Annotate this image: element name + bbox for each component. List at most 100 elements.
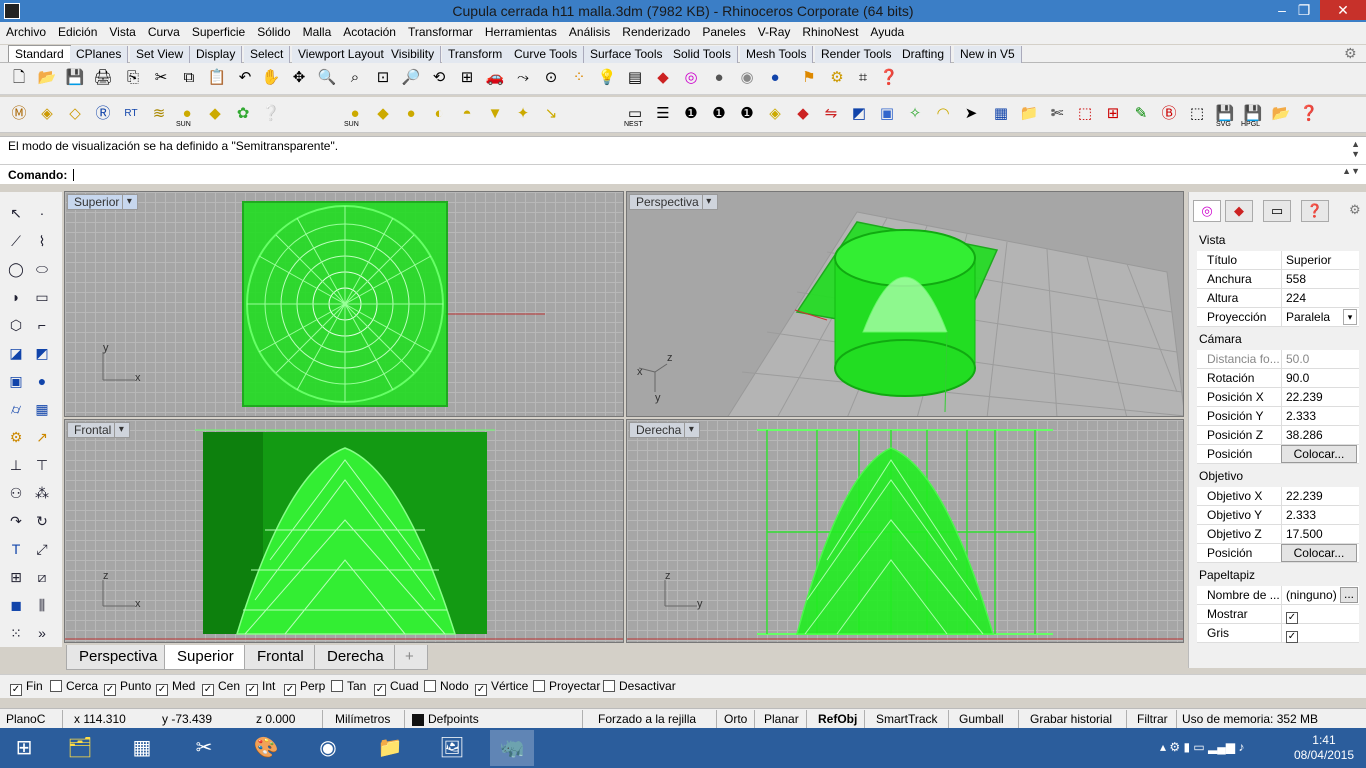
flow-icon[interactable]: ⫼	[30, 594, 54, 616]
status-gumball[interactable]: Gumball	[959, 712, 1004, 726]
step-1-b-icon[interactable]: ❶	[736, 103, 758, 125]
snap-proyectar[interactable]: Proyectar	[533, 679, 600, 693]
nest-puzzle-icon[interactable]: ◩	[848, 103, 870, 125]
status-cplane[interactable]: PlanoC	[6, 712, 45, 726]
snap-cerca-checkbox[interactable]	[50, 680, 62, 692]
tree-icon[interactable]: ✿	[232, 103, 254, 125]
camera-place-button[interactable]: Colocar...	[1281, 445, 1357, 463]
windows-start-icon[interactable]: ⊞	[2, 730, 46, 766]
maxwell-icon[interactable]: Ⓜ	[8, 103, 30, 125]
nest-material-icon[interactable]: ◆	[792, 103, 814, 125]
step-1-2-icon[interactable]: ❶	[680, 103, 702, 125]
prop-rotacion-value[interactable]: 90.0	[1281, 369, 1359, 387]
help-icon[interactable]: ❓	[878, 67, 900, 89]
nest-palette-icon[interactable]: ✎	[1130, 103, 1152, 125]
snap-proyectar-checkbox[interactable]	[533, 680, 545, 692]
viewport-tab-frontal[interactable]: Frontal	[244, 645, 317, 670]
tag-icon[interactable]: ◇	[64, 103, 86, 125]
copy-icon[interactable]: ⧉	[178, 67, 200, 89]
menu-vray[interactable]: V-Ray	[752, 22, 797, 42]
target-place-button[interactable]: Colocar...	[1281, 544, 1357, 562]
tab-solid-tools[interactable]: Solid Tools	[667, 46, 738, 63]
tab-drafting[interactable]: Drafting	[896, 46, 952, 63]
render-r-icon[interactable]: Ⓡ	[92, 103, 114, 125]
properties-tab-help-icon[interactable]: ❓	[1301, 200, 1329, 222]
bend-icon[interactable]: ↷	[4, 510, 28, 532]
snap-punto-checkbox[interactable]: ✓	[104, 684, 116, 696]
pan-hand-icon[interactable]: ✋	[260, 67, 282, 89]
ungroup-icon[interactable]: ⁂	[30, 482, 54, 504]
viewport-tab-perspectiva[interactable]: Perspectiva	[66, 645, 171, 670]
step-1-icon[interactable]: ❶	[708, 103, 730, 125]
menu-analisis[interactable]: Análisis	[563, 22, 616, 42]
prop-posicion-z-value[interactable]: 38.286	[1281, 426, 1359, 444]
snap-fin[interactable]: ✓ Fin	[10, 679, 43, 696]
zoom-icon[interactable]: 🔍	[316, 67, 338, 89]
command-scroll-icon[interactable]: ▲▼	[1342, 166, 1360, 176]
viewport-title-derecha[interactable]: Derecha	[629, 422, 701, 438]
cut-icon[interactable]: ✂	[150, 67, 172, 89]
scale-icon[interactable]: ⧄	[30, 566, 54, 588]
status-units[interactable]: Milímetros	[335, 712, 390, 726]
plane-light-icon[interactable]: ◆	[204, 103, 226, 125]
snap-desactivar[interactable]: Desactivar	[603, 679, 676, 693]
twist-icon[interactable]: ↻	[30, 510, 54, 532]
file-explorer-icon[interactable]: 📁	[368, 730, 412, 766]
menu-ayuda[interactable]: Ayuda	[864, 22, 910, 42]
snap-cen[interactable]: ✓ Cen	[202, 679, 240, 696]
sphere-tools-icon[interactable]: ●	[30, 370, 54, 392]
cylinder-icon[interactable]: ⌭	[4, 398, 28, 420]
transform-gear-icon[interactable]: ⚙	[4, 426, 28, 448]
properties-tab-material-icon[interactable]: ◆	[1225, 200, 1253, 222]
rect-light-icon[interactable]: ◆	[372, 103, 394, 125]
prop-anchura-value[interactable]: 558	[1281, 270, 1359, 288]
rendered-sphere-icon[interactable]: ◉	[736, 67, 758, 89]
nest-arc-icon[interactable]: ◠	[932, 103, 954, 125]
menu-herramientas[interactable]: Herramientas	[479, 22, 563, 42]
snap-vertice[interactable]: ✓ Vértice	[475, 679, 528, 696]
menu-archivo[interactable]: Archivo	[0, 22, 52, 42]
tab-viewport-layout[interactable]: Viewport Layout	[292, 46, 391, 63]
gear-icon[interactable]: ⚙	[1344, 45, 1357, 62]
dimension-icon[interactable]: ⌗	[852, 67, 874, 89]
solid-box-icon[interactable]: ◼	[4, 594, 28, 616]
prop-objetivo-z-value[interactable]: 17.500	[1281, 525, 1359, 543]
box-icon[interactable]: ▣	[4, 370, 28, 392]
chevron-down-icon[interactable]: ▾	[1343, 309, 1357, 325]
tab-visibility[interactable]: Visibility	[385, 46, 442, 63]
nest-tag-icon[interactable]: ◈	[764, 103, 786, 125]
menu-paneles[interactable]: Paneles	[696, 22, 751, 42]
snap-perp[interactable]: ✓ Perp	[284, 679, 325, 696]
sphere-light-icon[interactable]: ●	[400, 103, 422, 125]
color-wheel-icon[interactable]: ◎	[680, 67, 702, 89]
points-icon[interactable]: ⁘	[568, 67, 590, 89]
light-bulb-icon[interactable]: 💡	[596, 67, 618, 89]
properties-tab-viewport-icon[interactable]: ▭	[1263, 200, 1291, 222]
tab-render-tools[interactable]: Render Tools	[815, 46, 899, 63]
status-history[interactable]: Grabar historial	[1030, 712, 1112, 726]
rt-render-icon[interactable]: RT	[120, 103, 142, 125]
menu-transformar[interactable]: Transformar	[402, 22, 479, 42]
viewport-frontal[interactable]: Frontal x z	[64, 419, 624, 643]
snap-cen-checkbox[interactable]: ✓	[202, 684, 214, 696]
nest-arrow-icon[interactable]: ⇋	[820, 103, 842, 125]
snap-fin-checkbox[interactable]: ✓	[10, 684, 22, 696]
help-circle-icon[interactable]: ❔	[260, 103, 282, 125]
render-sphere-icon[interactable]: ●	[764, 67, 786, 89]
shaded-sphere-icon[interactable]: ●	[708, 67, 730, 89]
gris-checkbox[interactable]: ✓	[1286, 631, 1298, 643]
snap-cuad[interactable]: ✓ Cuad	[374, 679, 419, 696]
polyline-icon[interactable]: ⟋	[4, 230, 28, 252]
viewport-tab-superior[interactable]: Superior	[164, 645, 247, 670]
select-visible-icon[interactable]: ⤳	[512, 67, 534, 89]
prop-altura-value[interactable]: 224	[1281, 289, 1359, 307]
add-viewport-tab-button[interactable]: +	[394, 645, 428, 670]
status-ortho[interactable]: Orto	[724, 712, 747, 726]
snap-int[interactable]: ✓ Int	[246, 679, 275, 696]
zoom-extents-icon[interactable]: ⊡	[372, 67, 394, 89]
circle-icon[interactable]: ◯	[4, 258, 28, 280]
clock[interactable]: 1:41 08/04/2015	[1294, 733, 1354, 763]
viewport-title-perspectiva[interactable]: Perspectiva	[629, 194, 718, 210]
polygon-icon[interactable]: ⬡	[4, 314, 28, 336]
snap-nodo-checkbox[interactable]	[424, 680, 436, 692]
